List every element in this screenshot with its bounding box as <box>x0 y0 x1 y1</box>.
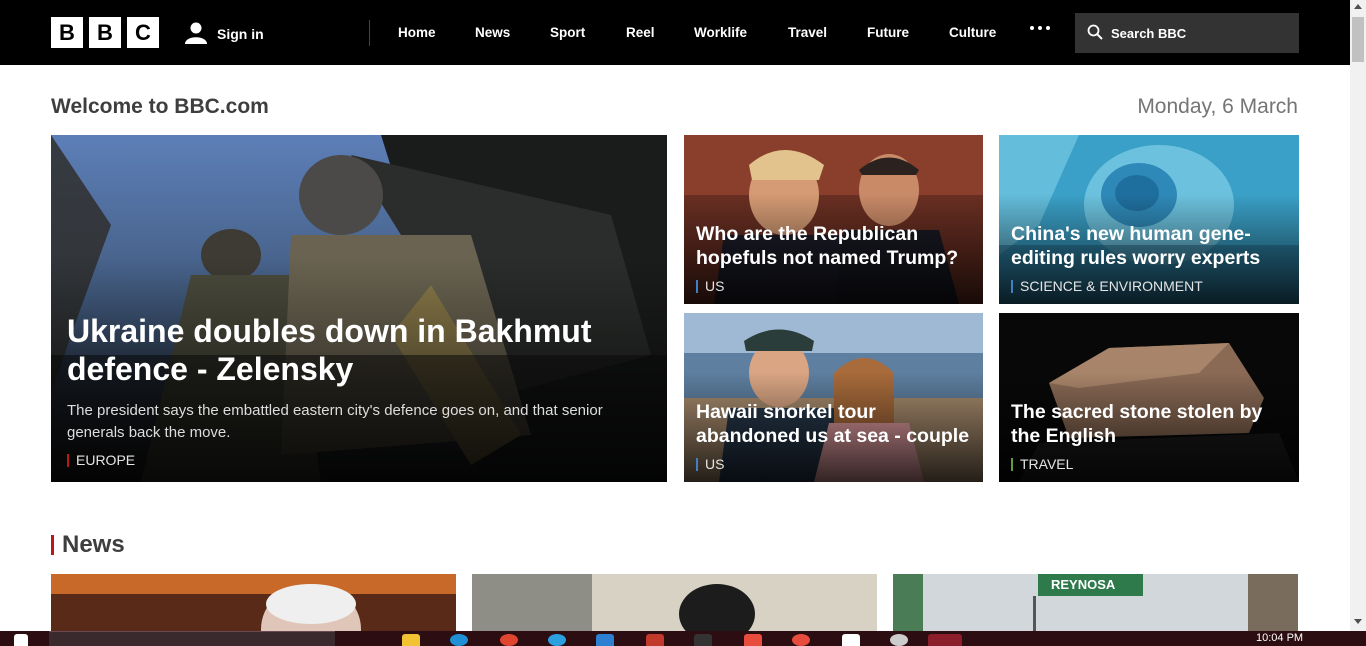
main-story-headline: Ukraine doubles down in Bakhmut defence … <box>67 313 592 387</box>
windows-start-icon[interactable] <box>14 634 28 646</box>
scroll-up-arrow-icon[interactable] <box>1354 4 1362 9</box>
app-icon-circle[interactable] <box>792 634 810 646</box>
main-story-tag-label: EUROPE <box>76 452 136 468</box>
main-story-summary: The president says the embattled eastern… <box>67 402 603 441</box>
telegram-icon[interactable] <box>548 634 566 646</box>
story-card-gene-editing[interactable]: China's new human gene-editing rules wor… <box>999 135 1299 304</box>
tag-accent-bar <box>1011 279 1013 293</box>
top-navigation-bar: B B C Sign in Home News Sport Reel Workl… <box>0 0 1350 65</box>
tag-accent-bar <box>1011 457 1013 471</box>
search-placeholder: Search BBC <box>1111 25 1187 41</box>
nav-link-worklife[interactable]: Worklife <box>694 25 747 40</box>
vscode-icon[interactable] <box>596 634 614 646</box>
search-input[interactable]: Search BBC <box>1075 13 1299 53</box>
app-icon-grey[interactable] <box>890 634 908 646</box>
page-title: Welcome to BBC.com <box>51 95 269 118</box>
story-tag-label: US <box>705 456 725 472</box>
story-card-sacred-stone[interactable]: The sacred stone stolen by the English T… <box>999 313 1299 482</box>
story-tag[interactable]: TRAVEL <box>1011 456 1287 472</box>
story-tag[interactable]: SCIENCE & ENVIRONMENT <box>1011 278 1287 294</box>
main-story-card[interactable]: Ukraine doubles down in Bakhmut defence … <box>51 135 667 482</box>
main-story-text: Ukraine doubles down in Bakhmut defence … <box>67 312 655 468</box>
story-tag-label: SCIENCE & ENVIRONMENT <box>1020 278 1203 294</box>
news-image-street-sign: REYNOSA <box>893 574 1298 631</box>
logo-letter-b2: B <box>89 17 121 48</box>
nav-link-sport[interactable]: Sport <box>550 25 585 40</box>
sign-in-label: Sign in <box>217 25 264 42</box>
os-taskbar: 10:04 PM <box>0 631 1366 646</box>
story-text: Who are the Republican hopefuls not name… <box>696 222 971 294</box>
news-section-heading[interactable]: News <box>51 531 125 559</box>
story-headline: The sacred stone stolen by the English <box>1011 401 1263 447</box>
nav-divider <box>369 20 370 46</box>
current-date: Monday, 6 March <box>1137 95 1298 118</box>
app-icon-orange[interactable] <box>744 634 762 646</box>
nav-link-home[interactable]: Home <box>398 25 436 40</box>
news-accent-bar <box>51 535 54 555</box>
news-story-image-2[interactable] <box>472 574 877 631</box>
story-card-republican-hopefuls[interactable]: Who are the Republican hopefuls not name… <box>684 135 983 304</box>
bbc-logo[interactable]: B B C <box>51 17 159 48</box>
app-icon-red[interactable] <box>646 634 664 646</box>
edge-browser-icon[interactable] <box>450 634 468 646</box>
story-tag-label: US <box>705 278 725 294</box>
news-image-portrait <box>51 574 456 631</box>
tag-accent-bar <box>696 279 698 293</box>
user-icon <box>184 20 208 47</box>
nav-link-news[interactable]: News <box>475 25 510 40</box>
nav-link-reel[interactable]: Reel <box>626 25 655 40</box>
sign-in-link[interactable]: Sign in <box>184 20 264 47</box>
tag-accent-bar <box>696 457 698 471</box>
story-card-hawaii-snorkel[interactable]: Hawaii snorkel tour abandoned us at sea … <box>684 313 983 482</box>
story-tag[interactable]: US <box>696 456 971 472</box>
story-text: Hawaii snorkel tour abandoned us at sea … <box>696 400 971 472</box>
story-text: China's new human gene-editing rules wor… <box>1011 222 1287 294</box>
story-headline: Hawaii snorkel tour abandoned us at sea … <box>696 401 970 447</box>
search-icon <box>1087 24 1103 43</box>
nav-link-culture[interactable]: Culture <box>949 25 996 40</box>
app-icon-dark[interactable] <box>694 634 712 646</box>
nav-link-travel[interactable]: Travel <box>788 25 827 40</box>
scroll-down-arrow-icon[interactable] <box>1354 619 1362 624</box>
logo-letter-c: C <box>127 17 159 48</box>
svg-text:REYNOSA: REYNOSA <box>1051 577 1116 592</box>
logo-letter-b1: B <box>51 17 83 48</box>
story-tag-label: TRAVEL <box>1020 456 1074 472</box>
taskbar-clock[interactable]: 10:04 PM <box>1256 632 1303 644</box>
chrome-browser-icon[interactable] <box>500 634 518 646</box>
story-text: The sacred stone stolen by the English T… <box>1011 400 1287 472</box>
main-story-tag[interactable]: EUROPE <box>67 452 655 468</box>
news-image-person <box>472 574 877 631</box>
news-section-title: News <box>62 531 125 558</box>
app-icon-white[interactable] <box>842 634 860 646</box>
scroll-thumb[interactable] <box>1352 17 1364 62</box>
story-headline: China's new human gene-editing rules wor… <box>1011 223 1261 269</box>
tag-accent-bar <box>67 453 69 467</box>
story-tag[interactable]: US <box>696 278 971 294</box>
news-story-image-3[interactable]: REYNOSA <box>893 574 1298 631</box>
more-menu-icon[interactable] <box>1030 26 1050 30</box>
file-explorer-icon[interactable] <box>402 634 420 646</box>
page-scrollbar[interactable] <box>1350 0 1366 631</box>
active-app-icon[interactable] <box>928 634 962 646</box>
news-story-image-1[interactable] <box>51 574 456 631</box>
taskbar-search-box[interactable] <box>49 631 335 646</box>
nav-link-future[interactable]: Future <box>867 25 909 40</box>
story-headline: Who are the Republican hopefuls not name… <box>696 223 959 269</box>
